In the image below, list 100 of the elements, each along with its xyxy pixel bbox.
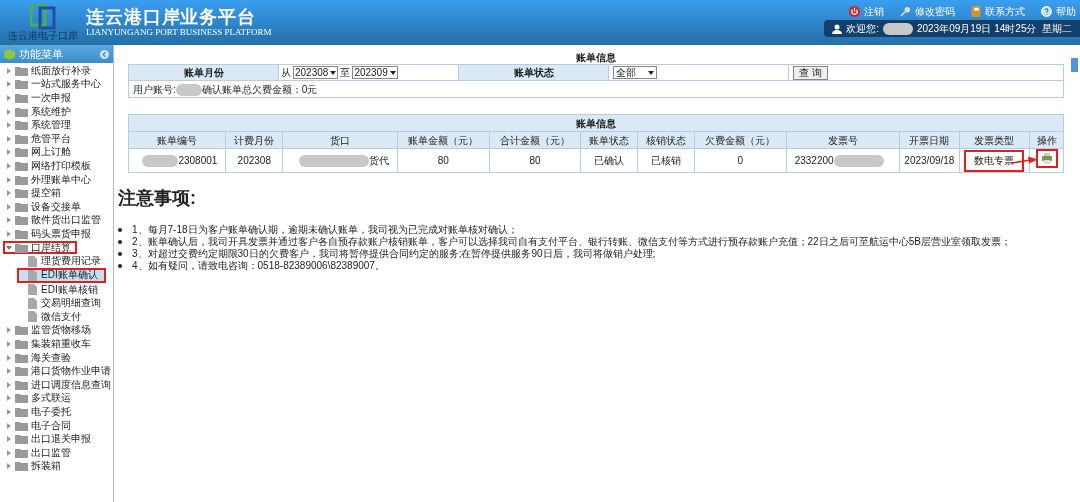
- to-label: 至: [340, 66, 351, 80]
- print-icon[interactable]: [1041, 153, 1052, 164]
- sidebar-item-label: 网上订舱: [31, 146, 71, 159]
- sidebar-subitem-label: 交易明细查询: [41, 297, 101, 310]
- section-title: 账单信息: [575, 51, 617, 64]
- sidebar-item[interactable]: 电子合同: [0, 418, 71, 433]
- sidebar-item[interactable]: 监管货物移场: [0, 323, 91, 338]
- sidebar-item-label: 系统维护: [31, 105, 71, 118]
- sidebar-item[interactable]: 纸面放行补录: [0, 64, 91, 78]
- note-text: 3、对超过交费约定期限30日的欠费客户，我司将暂停提供合同约定的服务;在暂停提供服务90日后，我司将做销户处理;: [132, 248, 656, 260]
- collapse-icon: [100, 49, 109, 59]
- to-select[interactable]: 202309: [352, 66, 398, 79]
- sidebar-item[interactable]: 多式联运: [0, 391, 71, 406]
- folder-icon: [15, 434, 28, 445]
- sidebar-item[interactable]: 一站式服务中心: [0, 77, 101, 92]
- platform-title: 连云港口岸业务平台: [86, 7, 258, 27]
- bullet-icon: [118, 264, 122, 268]
- sidebar-subitem-label: 微信支付: [41, 310, 81, 323]
- sidebar-item[interactable]: 口岸结算: [3, 240, 77, 255]
- redacted-blur: [833, 155, 884, 168]
- annotation-arrow: [1012, 156, 1039, 166]
- sidebar-subitem[interactable]: 交易明细查询: [0, 296, 113, 311]
- folder-icon: [15, 393, 28, 404]
- sidebar-item[interactable]: 集装箱重收车: [0, 337, 91, 351]
- logo-icon: [30, 4, 56, 30]
- sidebar-subitem[interactable]: EDI账单确认: [17, 267, 106, 283]
- sidebar-item[interactable]: 散件货出口监管: [0, 213, 101, 228]
- filter-label: 账单月份: [128, 64, 279, 81]
- sidebar-item[interactable]: 网络打印模板: [0, 159, 91, 173]
- redacted-blur: [882, 22, 913, 35]
- datetime-text: 2023年09月19日 14时25分 星期二: [916, 22, 1072, 36]
- sidebar-item-label: 提空箱: [31, 187, 61, 200]
- caret-right-icon[interactable]: [6, 95, 12, 101]
- sidebar-subitem[interactable]: 理货费用记录: [0, 254, 113, 268]
- folder-icon: [15, 120, 28, 131]
- sidebar-item[interactable]: 海关查验: [0, 350, 71, 365]
- folder-icon: [15, 366, 28, 377]
- folder-icon: [15, 133, 28, 144]
- document-icon: [28, 255, 37, 267]
- sidebar-item-label: 一次申报: [31, 92, 71, 104]
- filter-label: 账单状态: [458, 64, 609, 81]
- sidebar-item-label: 设备交接单: [31, 200, 81, 213]
- redacted-blur: [299, 155, 370, 168]
- sidebar-item[interactable]: 港口货物作业申请: [0, 364, 111, 379]
- sidebar-item[interactable]: 一次申报: [0, 91, 71, 105]
- folder-icon: [15, 147, 28, 158]
- sidebar-item-label: 进口调度信息查询: [31, 378, 111, 391]
- from-select[interactable]: 202308: [293, 66, 339, 79]
- caret-down-icon[interactable]: [6, 244, 12, 251]
- sidebar-item[interactable]: 外理账单中心: [0, 172, 91, 187]
- sidebar-item[interactable]: 系统管理: [0, 118, 71, 132]
- sidebar-item[interactable]: 电子委托: [0, 405, 71, 419]
- sidebar-subitem[interactable]: EDI账单核销: [0, 282, 113, 297]
- redacted-blur: [142, 155, 179, 168]
- bullet-icon: [118, 228, 122, 232]
- folder-icon: [15, 242, 28, 253]
- table-title: 账单信息: [128, 114, 1064, 132]
- help-icon: [1041, 6, 1052, 17]
- sidebar-item[interactable]: 出口监管: [0, 446, 71, 460]
- table-cell: 0: [737, 155, 744, 166]
- folder-icon: [15, 188, 28, 199]
- bullet-icon: [118, 240, 122, 244]
- query-button[interactable]: 查 询: [793, 66, 828, 80]
- sidebar-subitem[interactable]: 微信支付: [0, 310, 113, 324]
- sidebar-subitem-label: EDI账单确认: [41, 269, 98, 282]
- from-label: 从: [281, 66, 291, 80]
- sidebar-subitem-label: EDI账单核销: [41, 283, 98, 296]
- sidebar-item[interactable]: 网上订舱: [0, 145, 71, 160]
- redacted-blur: [175, 83, 202, 96]
- sidebar-item-label: 监管货物移场: [31, 324, 91, 337]
- sidebar-item[interactable]: 码头票货申报: [0, 227, 91, 241]
- table-cell: 2023/09/18: [904, 155, 955, 166]
- sidebar-item-label: 集装箱重收车: [31, 338, 91, 351]
- account-label: 用户账号:: [133, 83, 176, 95]
- sidebar-item-label: 危管平台: [31, 132, 71, 145]
- folder-icon: [15, 325, 28, 336]
- sidebar-item-label: 外理账单中心: [31, 173, 91, 186]
- sidebar-item-label: 网络打印模板: [31, 159, 91, 172]
- document-icon: [28, 297, 37, 309]
- sidebar-item[interactable]: 拆装箱: [0, 459, 61, 474]
- power-icon: [849, 6, 860, 17]
- sidebar-item[interactable]: 设备交接单: [0, 199, 81, 214]
- status-select[interactable]: 全部: [613, 66, 657, 79]
- table-cell: 80: [437, 155, 449, 166]
- sidebar-item-label: 纸面放行补录: [31, 64, 91, 77]
- sidebar-item[interactable]: 出口退关申报: [0, 432, 91, 447]
- sidebar-item[interactable]: 提空箱: [0, 186, 61, 200]
- notes-title: 注意事项:: [118, 187, 197, 210]
- sidebar-item-label: 码头票货申报: [31, 227, 91, 240]
- sidebar-item-label: 海关查验: [31, 351, 71, 364]
- sidebar-item[interactable]: 系统维护: [0, 104, 71, 119]
- sidebar-item-label: 口岸结算: [31, 241, 71, 254]
- summary-text: 确认账单总欠费金额：0元: [201, 83, 318, 95]
- dropdown-caret-icon: [648, 70, 654, 75]
- sidebar-item[interactable]: 进口调度信息查询: [0, 378, 111, 392]
- sidebar-item[interactable]: 危管平台: [0, 131, 71, 146]
- folder-icon: [15, 93, 28, 103]
- note-text: 1、每月7-18日为客户账单确认期，逾期未确认账单，我司视为已完成对账单核对确认；: [132, 224, 518, 236]
- dropdown-caret-icon: [330, 70, 337, 75]
- folder-icon: [15, 201, 28, 212]
